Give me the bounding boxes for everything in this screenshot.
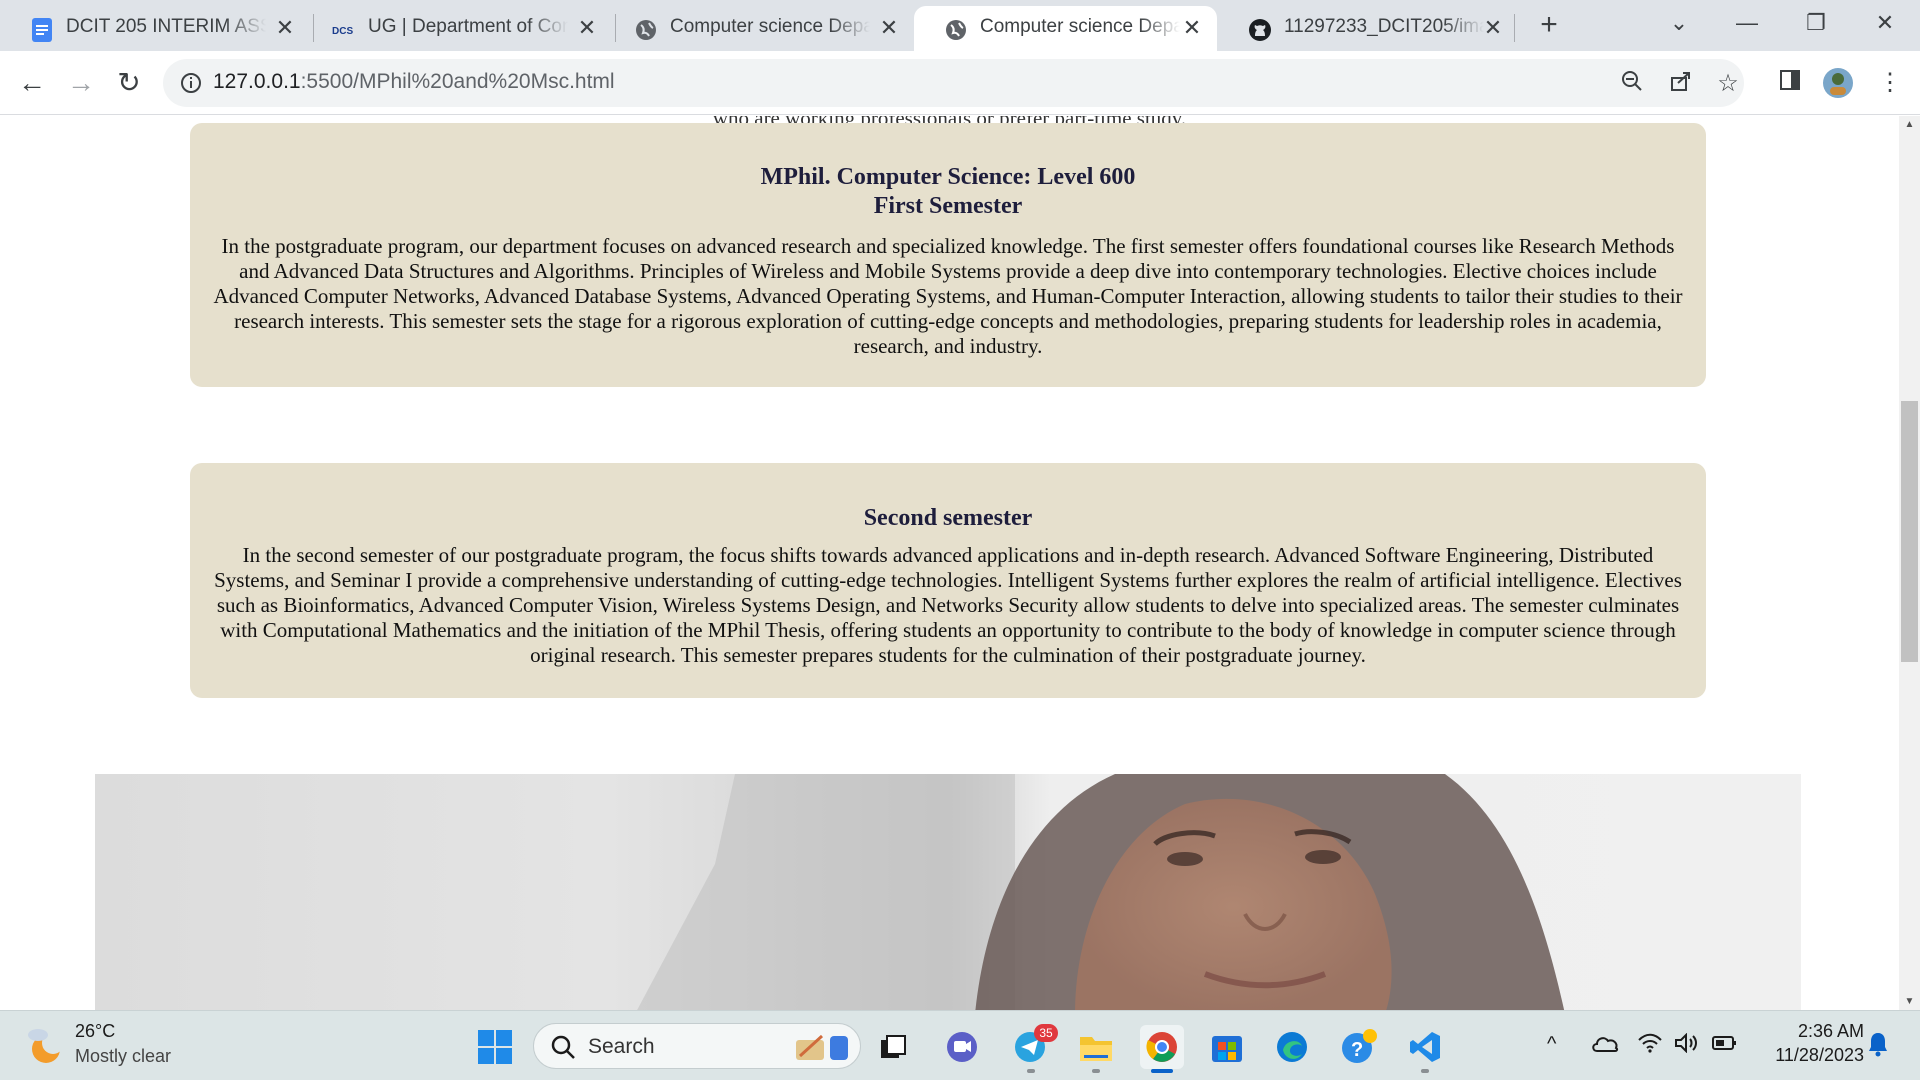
url-host: 127.0.0.1 <box>213 70 301 93</box>
more-menu-icon[interactable]: ⋮ <box>1875 68 1905 98</box>
site-info-icon[interactable] <box>179 71 203 95</box>
address-bar[interactable]: 127.0.0.1:5500/MPhil%20and%20Msc.html ☆ <box>163 59 1744 107</box>
scroll-up-arrow-icon[interactable]: ▲ <box>1899 116 1920 133</box>
tab-search-chevron-icon[interactable]: ⌄ <box>1659 6 1699 40</box>
minimize-button[interactable]: — <box>1727 6 1767 40</box>
running-indicator <box>1027 1069 1035 1073</box>
first-semester-card: MPhil. Computer Science: Level 600 First… <box>190 123 1706 387</box>
search-highlight-icon <box>792 1028 852 1069</box>
tab-ug-dcs[interactable]: DCS UG | Department of Computer Science … <box>302 6 612 51</box>
clock-time: 2:36 AM <box>1797 1021 1864 1041</box>
tab-dcit205[interactable]: DCIT 205 INTERIM ASSESSMENT ✕ <box>0 6 310 51</box>
volume-icon[interactable] <box>1674 1032 1700 1059</box>
close-icon[interactable]: ✕ <box>1179 15 1205 41</box>
forward-button[interactable]: → <box>64 66 98 100</box>
running-indicator <box>1421 1069 1429 1073</box>
tab-title: 11297233_DCIT205/images <box>1284 16 1484 37</box>
edge-icon[interactable] <box>1270 1025 1314 1069</box>
battery-icon[interactable] <box>1712 1033 1738 1059</box>
microsoft-store-icon[interactable] <box>1205 1025 1249 1069</box>
card-subtitle: First Semester <box>873 193 1023 219</box>
close-icon[interactable]: ✕ <box>1480 15 1506 41</box>
side-panel-icon[interactable] <box>1775 69 1805 99</box>
file-explorer-icon[interactable] <box>1074 1025 1118 1069</box>
chrome-icon[interactable] <box>1140 1025 1184 1069</box>
close-icon[interactable]: ✕ <box>272 15 298 41</box>
tab-github[interactable]: 11297233_DCIT205/images ✕ <box>1218 6 1518 51</box>
second-semester-card: Second semester In the second semester o… <box>190 463 1706 698</box>
tab-strip: DCIT 205 INTERIM ASSESSMENT ✕ DCS UG | D… <box>0 0 1920 51</box>
telegram-unread-badge: 35 <box>1034 1024 1058 1042</box>
weather-temperature: 26°C <box>75 1021 116 1041</box>
url-text: 127.0.0.1:5500/MPhil%20and%20Msc.html <box>213 70 615 94</box>
system-clock[interactable]: 2:36 AM 11/28/2023 <box>1752 1019 1864 1067</box>
reload-button[interactable]: ↻ <box>112 66 146 100</box>
clock-date: 11/28/2023 <box>1775 1045 1864 1065</box>
start-button[interactable] <box>473 1025 517 1069</box>
globe-icon <box>634 18 658 42</box>
search-label: Search <box>588 1035 655 1058</box>
restore-button[interactable]: ❐ <box>1796 6 1836 40</box>
windows-taskbar: 26°C Mostly clear Search 35 ? ^ 2:36 AM … <box>0 1010 1920 1080</box>
bookmark-star-icon[interactable]: ☆ <box>1713 69 1743 99</box>
show-hidden-icons-chevron-icon[interactable]: ^ <box>1547 1033 1556 1056</box>
new-tab-button[interactable]: + <box>1533 9 1565 41</box>
share-icon[interactable] <box>1666 69 1696 99</box>
browser-toolbar: ← → ↻ 127.0.0.1:5500/MPhil%20and%20Msc.h… <box>0 51 1920 115</box>
scroll-down-arrow-icon[interactable]: ▼ <box>1899 993 1920 1010</box>
active-app-indicator <box>1151 1069 1173 1073</box>
scrollbar-thumb[interactable] <box>1901 401 1918 662</box>
card-title: Second semester <box>863 505 1033 531</box>
card-title: MPhil. Computer Science: Level 600 <box>760 164 1136 190</box>
taskbar-search-input[interactable]: Search <box>533 1023 861 1069</box>
globe-icon <box>944 18 968 42</box>
url-path: :5500/MPhil%20and%20Msc.html <box>300 70 615 93</box>
tab-title: DCIT 205 INTERIM ASSESSMENT <box>66 16 266 37</box>
close-icon[interactable]: ✕ <box>876 15 902 41</box>
profile-avatar[interactable] <box>1822 67 1853 98</box>
close-icon[interactable]: ✕ <box>574 15 600 41</box>
tab-title: Computer science Department <box>980 16 1180 37</box>
card-body: In the second semester of our postgradua… <box>214 543 1682 667</box>
search-icon <box>550 1034 576 1065</box>
card-body: In the postgraduate program, our departm… <box>213 234 1683 358</box>
svg-text:?: ? <box>1351 1039 1363 1061</box>
tab-separator <box>1514 14 1515 42</box>
wifi-icon[interactable] <box>1637 1033 1663 1059</box>
dcs-logo-icon: DCS <box>332 18 356 42</box>
weather-widget[interactable]: 26°C Mostly clear <box>26 1021 206 1071</box>
tab-title: UG | Department of Computer Science <box>368 16 568 37</box>
help-icon[interactable]: ? <box>1337 1025 1381 1069</box>
weather-condition: Mostly clear <box>75 1046 172 1066</box>
tab-cs-department-active[interactable]: Computer science Department ✕ <box>914 6 1217 51</box>
zoom-icon[interactable] <box>1617 69 1647 99</box>
running-indicator <box>1092 1069 1100 1073</box>
close-window-button[interactable]: ✕ <box>1865 6 1905 40</box>
notification-bell-icon[interactable] <box>1867 1031 1889 1063</box>
github-icon <box>1248 18 1272 42</box>
google-docs-icon <box>30 18 54 42</box>
student-photo <box>95 774 1801 1010</box>
moon-cloud-icon <box>26 1025 64 1070</box>
vscode-icon[interactable] <box>1403 1025 1447 1069</box>
page-scrollbar[interactable]: ▲ ▼ <box>1899 116 1920 1010</box>
task-view-icon[interactable] <box>872 1025 916 1069</box>
teams-chat-icon[interactable] <box>940 1025 984 1069</box>
tab-title: Computer science Department <box>670 16 870 37</box>
page-viewport: who are working professionals or prefer … <box>0 116 1899 1010</box>
tab-cs-department[interactable]: Computer science Department ✕ <box>604 6 914 51</box>
onedrive-cloud-icon[interactable] <box>1591 1033 1619 1059</box>
back-button[interactable]: ← <box>15 66 49 100</box>
svg-text:DCS: DCS <box>332 26 353 36</box>
